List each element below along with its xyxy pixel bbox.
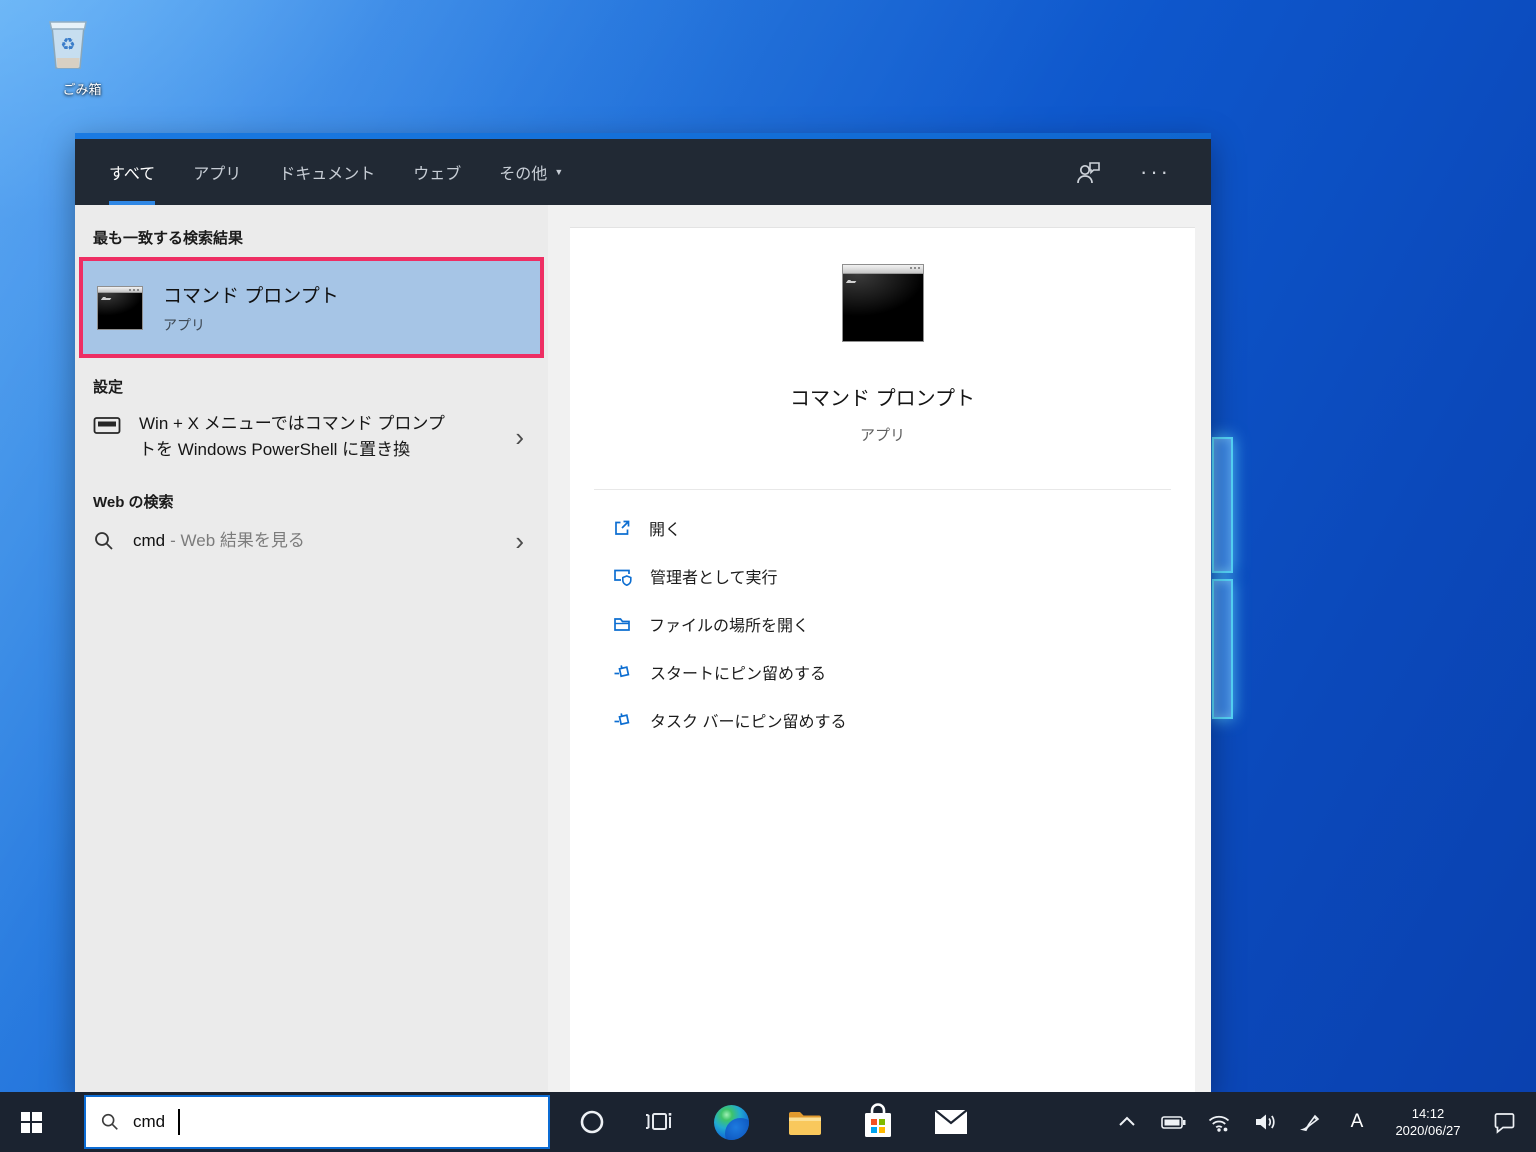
text-caret: [178, 1109, 180, 1135]
action-pin-to-taskbar[interactable]: タスク バーにピン留めする: [612, 696, 1195, 744]
preview-card: コマンド プロンプト アプリ 開く: [570, 227, 1195, 1092]
cortana-icon: [579, 1109, 605, 1135]
chevron-right-icon: ›: [515, 426, 534, 448]
user-feedback-icon[interactable]: [1074, 159, 1102, 185]
mail-icon: [934, 1109, 968, 1135]
task-view-button[interactable]: [622, 1092, 695, 1152]
best-match-result[interactable]: コマンド プロンプト アプリ: [79, 257, 544, 358]
pin-icon: [612, 662, 633, 682]
windows-logo-icon: [21, 1112, 42, 1133]
action-list: 開く 管理者として実行: [570, 490, 1195, 744]
best-match-subtitle: アプリ: [163, 315, 339, 335]
wallpaper-windows-logo-pane: [1212, 437, 1233, 573]
preview-title: コマンド プロンプト: [790, 382, 975, 411]
file-explorer-icon: [787, 1108, 823, 1137]
search-header: すべて アプリ ドキュメント ウェブ その他 ▼ ···: [75, 139, 1211, 205]
edge-browser-button[interactable]: [695, 1092, 768, 1152]
file-explorer-button[interactable]: [768, 1092, 841, 1152]
clock-time: 14:12: [1380, 1105, 1476, 1122]
best-match-section-header: 最も一致する検索結果: [93, 227, 548, 248]
battery-tray-icon[interactable]: [1150, 1092, 1196, 1152]
command-prompt-icon: [97, 286, 143, 330]
tab-documents[interactable]: ドキュメント: [279, 139, 375, 205]
windows-ink-tray-icon[interactable]: [1288, 1092, 1334, 1152]
folder-icon: [612, 614, 632, 634]
chevron-up-icon: [1116, 1113, 1138, 1131]
search-icon: [100, 1112, 120, 1132]
best-match-title: コマンド プロンプト: [163, 281, 339, 308]
settings-result[interactable]: Win + X メニューではコマンド プロンプ トを Windows Power…: [93, 411, 548, 463]
recycle-bin-label: ごみ箱: [38, 79, 126, 98]
tab-web[interactable]: ウェブ: [413, 139, 461, 205]
tab-more[interactable]: その他 ▼: [499, 139, 563, 205]
window-settings-icon: [93, 416, 121, 436]
pen-icon: [1299, 1111, 1323, 1133]
edge-icon: [714, 1105, 749, 1140]
svg-text:♻: ♻: [60, 35, 75, 54]
taskbar-search-input[interactable]: cmd: [84, 1095, 550, 1149]
mail-button[interactable]: [914, 1092, 987, 1152]
speaker-icon: [1253, 1111, 1277, 1133]
tab-all[interactable]: すべて: [109, 139, 155, 205]
clock-date: 2020/06/27: [1380, 1122, 1476, 1139]
ime-mode-indicator[interactable]: A: [1334, 1092, 1380, 1152]
open-icon: [612, 518, 632, 538]
action-run-as-admin[interactable]: 管理者として実行: [612, 552, 1195, 600]
search-results-list: 最も一致する検索結果 コマンド プロンプト アプリ 設定: [75, 205, 548, 1092]
task-view-icon: [643, 1108, 675, 1136]
desktop: ♻ ごみ箱 すべて アプリ ドキュメント ウェブ その他 ▼: [0, 0, 1536, 1152]
action-open[interactable]: 開く: [612, 504, 1195, 552]
volume-tray-icon[interactable]: [1242, 1092, 1288, 1152]
web-search-result[interactable]: cmd- Web 結果を見る ›: [93, 528, 548, 554]
wifi-tray-icon[interactable]: [1196, 1092, 1242, 1152]
recycle-bin-desktop-icon[interactable]: ♻ ごみ箱: [38, 10, 126, 98]
search-icon: [93, 530, 115, 552]
recycle-bin-icon: ♻: [38, 10, 98, 76]
cortana-button[interactable]: [562, 1092, 622, 1152]
microsoft-store-button[interactable]: [841, 1092, 914, 1152]
battery-icon: [1160, 1112, 1187, 1133]
action-open-file-location[interactable]: ファイルの場所を開く: [612, 600, 1195, 648]
start-button[interactable]: [0, 1092, 62, 1152]
preview-pane: コマンド プロンプト アプリ 開く: [548, 205, 1211, 1092]
settings-section-header: 設定: [93, 376, 548, 397]
notification-icon: [1491, 1111, 1516, 1134]
web-search-section-header: Web の検索: [93, 491, 548, 512]
search-query-text: cmd: [133, 1112, 165, 1132]
taskbar: cmd: [0, 1092, 1536, 1152]
chevron-down-icon: ▼: [554, 167, 563, 177]
web-result-text: cmd- Web 結果を見る: [133, 528, 305, 554]
preview-subtitle: アプリ: [860, 424, 905, 445]
pin-icon: [612, 710, 633, 730]
tab-apps[interactable]: アプリ: [193, 139, 241, 205]
action-pin-to-start[interactable]: スタートにピン留めする: [612, 648, 1195, 696]
shield-window-icon: [612, 566, 633, 587]
search-filter-tabs: すべて アプリ ドキュメント ウェブ その他 ▼: [109, 139, 601, 205]
more-options-icon[interactable]: ···: [1140, 161, 1171, 183]
settings-result-text: Win + X メニューではコマンド プロンプ トを Windows Power…: [139, 411, 445, 463]
action-center-button[interactable]: [1476, 1092, 1530, 1152]
store-icon: [861, 1103, 895, 1141]
tray-show-hidden-icons-button[interactable]: [1104, 1092, 1150, 1152]
taskbar-clock[interactable]: 14:12 2020/06/27: [1380, 1105, 1476, 1139]
chevron-right-icon: ›: [515, 530, 534, 552]
wallpaper-windows-logo-pane: [1212, 579, 1233, 719]
command-prompt-icon-large: [842, 264, 924, 342]
wifi-icon: [1207, 1112, 1231, 1133]
search-flyout: すべて アプリ ドキュメント ウェブ その他 ▼ ···: [75, 133, 1211, 1092]
